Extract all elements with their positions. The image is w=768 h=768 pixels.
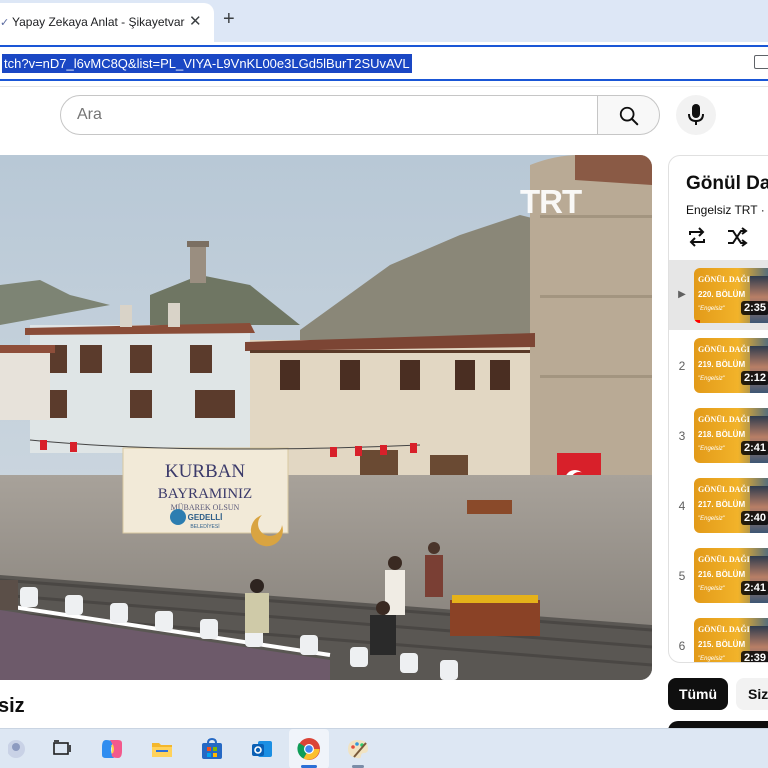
thumbnail-brand: GÖNÜL DAĞI — [698, 345, 750, 354]
shuffle-icon[interactable] — [726, 227, 748, 247]
thumbnail-tag: "Engelsiz" — [698, 446, 725, 452]
copilot-icon — [102, 740, 122, 758]
microsoft-store-icon — [202, 737, 222, 759]
taskbar-copilot-avatar[interactable] — [0, 729, 40, 768]
video-frame: KURBAN BAYRAMINIZ MÜBAREK OLSUN GEDELLİ … — [0, 155, 652, 680]
microphone-icon — [688, 104, 704, 125]
playlist-item[interactable]: 5 GÖNÜL DAĞI 216. BÖLÜM "Engelsiz" 2:41 — [669, 540, 768, 610]
playlist-item-thumbnail[interactable]: GÖNÜL DAĞI 220. BÖLÜM "Engelsiz" 2:35 — [694, 268, 768, 323]
taskbar-outlook[interactable] — [242, 729, 282, 768]
thumbnail-episode: 220. BÖLÜM — [698, 290, 746, 299]
search-box[interactable] — [60, 95, 598, 135]
video-title: siz — [0, 695, 25, 717]
channel-watermark: TRT — [520, 183, 582, 220]
loop-icon[interactable] — [686, 227, 708, 247]
banner-org1: GEDELLİ — [188, 513, 223, 522]
banner-line1: KURBAN — [165, 461, 246, 482]
taskbar-microsoft-store[interactable] — [192, 729, 232, 768]
playlist-item-thumbnail[interactable]: GÖNÜL DAĞI 219. BÖLÜM "Engelsiz" 2:12 — [694, 338, 768, 393]
task-view-icon — [53, 740, 71, 755]
search-input[interactable] — [77, 106, 557, 124]
toolbar-divider — [0, 86, 768, 87]
plus-icon[interactable]: + — [223, 8, 235, 31]
taskbar-paint[interactable] — [338, 729, 378, 768]
video-duration: 2:40 — [741, 511, 768, 525]
playlist-item-thumbnail[interactable]: GÖNÜL DAĞI 215. BÖLÜM "Engelsiz" 2:39 — [694, 618, 768, 662]
taskbar-copilot[interactable] — [92, 729, 132, 768]
thumbnail-tag: "Engelsiz" — [698, 376, 725, 382]
browser-tab[interactable]: ✓ Yapay Zekaya Anlat - Şikayetvar ✕ — [0, 3, 214, 42]
playlist-item-index: 5 — [678, 569, 686, 583]
video-duration: 2:35 — [741, 301, 768, 315]
playlist-item[interactable]: 3 GÖNÜL DAĞI 218. BÖLÜM "Engelsiz" 2:41 — [669, 400, 768, 470]
thumbnail-portrait — [750, 346, 768, 393]
thumbnail-portrait — [750, 276, 768, 323]
address-bar[interactable]: tch?v=nD7_l6vMC8Q&list=PL_VIYA-L9VnKL00e… — [0, 45, 768, 81]
screen: ✓ Yapay Zekaya Anlat - Şikayetvar ✕ + tc… — [0, 0, 768, 768]
thumbnail-brand: GÖNÜL DAĞI — [698, 415, 750, 424]
video-duration: 2:39 — [741, 651, 768, 662]
chrome-icon — [297, 738, 320, 760]
tab-favicon-icon: ✓ — [0, 17, 10, 29]
thumbnail-brand: GÖNÜL DAĞI — [698, 625, 750, 634]
copilot-avatar-icon — [8, 740, 25, 758]
taskbar-chrome[interactable] — [289, 729, 329, 768]
video-duration: 2:41 — [741, 581, 768, 595]
playlist-panel: Gönül Da Engelsiz TRT · 1 ▶ GÖNÜL DAĞI 2… — [668, 155, 768, 663]
address-bar-url[interactable]: tch?v=nD7_l6vMC8Q&list=PL_VIYA-L9VnKL00e… — [2, 54, 412, 73]
playlist-item-thumbnail[interactable]: GÖNÜL DAĞI 216. BÖLÜM "Engelsiz" 2:41 — [694, 548, 768, 603]
paint-icon — [348, 740, 368, 759]
thumbnail-episode: 216. BÖLÜM — [698, 570, 746, 579]
playlist-item-index: 6 — [678, 639, 686, 653]
playlist-channel[interactable]: Engelsiz TRT · 1 — [686, 203, 768, 217]
close-icon[interactable]: ✕ — [189, 12, 202, 30]
thumbnail-tag: "Engelsiz" — [698, 306, 725, 312]
thumbnail-episode: 218. BÖLÜM — [698, 430, 746, 439]
cast-icon[interactable] — [754, 55, 768, 69]
thumbnail-brand: GÖNÜL DAĞI — [698, 275, 750, 284]
thumbnail-episode: 217. BÖLÜM — [698, 500, 746, 509]
thumbnail-episode: 219. BÖLÜM — [698, 360, 746, 369]
thumbnail-tag: "Engelsiz" — [698, 656, 725, 662]
search-button[interactable] — [597, 95, 660, 135]
search-icon — [619, 106, 639, 126]
file-explorer-icon — [152, 743, 172, 757]
playlist-item[interactable]: ▶ GÖNÜL DAĞI 220. BÖLÜM "Engelsiz" 2:35 — [669, 260, 768, 330]
thumbnail-portrait — [750, 416, 768, 463]
playlist-item-thumbnail[interactable]: GÖNÜL DAĞI 218. BÖLÜM "Engelsiz" 2:41 — [694, 408, 768, 463]
thumbnail-brand: GÖNÜL DAĞI — [698, 485, 750, 494]
watch-progress-bar — [694, 320, 700, 323]
taskbar-file-explorer[interactable] — [142, 729, 182, 768]
playlist-item-thumbnail[interactable]: GÖNÜL DAĞI 217. BÖLÜM "Engelsiz" 2:40 — [694, 478, 768, 533]
playlist-item-index: 4 — [678, 499, 686, 513]
banner-org2: BELEDİYESİ — [190, 523, 219, 530]
playlist-item-index: ▶ — [678, 289, 686, 300]
playlist-item[interactable]: 4 GÖNÜL DAĞI 217. BÖLÜM "Engelsiz" 2:40 — [669, 470, 768, 540]
browser-toolbar: tch?v=nD7_l6vMC8Q&list=PL_VIYA-L9VnKL00e… — [0, 42, 768, 84]
thumbnail-portrait — [750, 486, 768, 533]
playlist-item-index: 3 — [678, 429, 686, 443]
thumbnail-tag: "Engelsiz" — [698, 516, 725, 522]
video-player[interactable]: KURBAN BAYRAMINIZ MÜBAREK OLSUN GEDELLİ … — [0, 155, 652, 680]
thumbnail-tag: "Engelsiz" — [698, 586, 725, 592]
tab-title: Yapay Zekaya Anlat - Şikayetvar — [12, 15, 185, 29]
thumbnail-portrait — [750, 556, 768, 603]
playlist-item[interactable]: 2 GÖNÜL DAĞI 219. BÖLÜM "Engelsiz" 2:12 — [669, 330, 768, 400]
chip-all[interactable]: Tümü — [668, 678, 728, 710]
playlist-title[interactable]: Gönül Da — [686, 173, 768, 195]
outlook-icon — [252, 741, 272, 757]
thumbnail-brand: GÖNÜL DAĞI — [698, 555, 750, 564]
chip-for-you[interactable]: Siz — [736, 678, 768, 710]
windows-taskbar — [0, 728, 768, 768]
taskbar-task-view[interactable] — [42, 729, 82, 768]
playlist-item-index: 2 — [678, 359, 686, 373]
banner-line2: BAYRAMINIZ — [158, 486, 252, 502]
video-duration: 2:41 — [741, 441, 768, 455]
voice-search-button[interactable] — [676, 95, 716, 135]
browser-tab-strip: ✓ Yapay Zekaya Anlat - Şikayetvar ✕ + — [0, 0, 768, 42]
playlist-item[interactable]: 6 GÖNÜL DAĞI 215. BÖLÜM "Engelsiz" 2:39 — [669, 610, 768, 662]
video-duration: 2:12 — [741, 371, 768, 385]
thumbnail-episode: 215. BÖLÜM — [698, 640, 746, 649]
